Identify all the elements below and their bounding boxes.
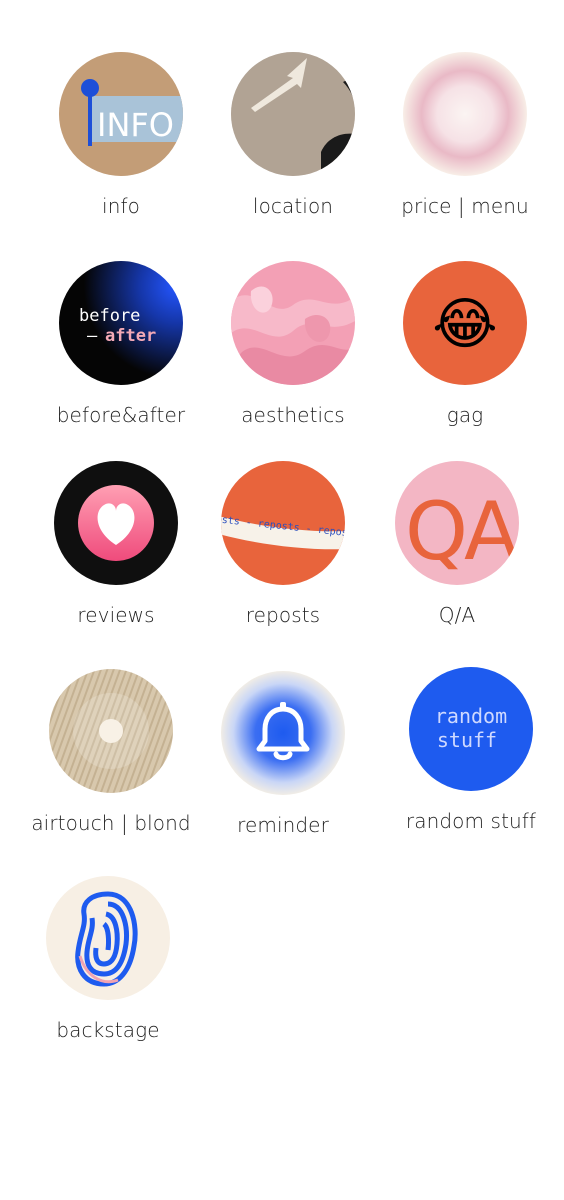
highlight-airtouch-blond[interactable]: airtouch | blond [16,669,206,869]
info-cover-text: INFO [97,106,174,144]
random-stuff-icon: random stuff [409,667,533,791]
before-after-icon: before — after [59,261,183,385]
highlight-label-gag: gag [446,403,484,427]
highlight-label-reviews: reviews [77,603,155,627]
highlight-label-qa: Q/A [438,603,476,627]
pink-glow-icon [403,52,527,176]
highlight-label-airtouch-blond: airtouch | blond [31,811,191,835]
qa-letters-icon: QA [395,461,519,585]
blond-hair-icon [49,669,173,793]
highlight-reminder[interactable]: reminder [188,671,378,871]
heart-icon [54,461,178,585]
highlight-reviews[interactable]: reviews [21,461,211,661]
highlight-label-location: location [252,194,334,218]
bell-icon [221,671,345,795]
highlight-label-aesthetics: aesthetics [241,403,345,427]
highlight-reposts[interactable]: osts - reposts - repost reposts [188,461,378,661]
backstage-swirl-icon [46,876,170,1000]
location-arrow-icon [231,52,355,176]
highlight-before-after[interactable]: before — after before&after [26,261,216,461]
highlight-label-random-stuff: random stuff [405,809,537,833]
highlight-qa[interactable]: QA Q/A [362,461,552,661]
highlight-label-backstage: backstage [56,1018,160,1042]
stuff-cover-text: stuff [437,728,497,752]
qa-cover-text: QA [405,485,519,578]
highlight-label-reminder: reminder [237,813,329,837]
random-cover-text: random [435,704,507,728]
highlight-backstage[interactable]: backstage [13,876,203,1076]
highlight-label-before-after: before&after [56,403,186,427]
highlight-aesthetics[interactable]: aesthetics [198,261,388,461]
highlight-label-price-menu: price | menu [401,194,529,218]
highlight-random-stuff[interactable]: random stuff random stuff [376,667,564,867]
reposts-ribbon-icon: osts - reposts - repost [221,461,345,585]
laughing-emoji-icon: 😂 [403,261,527,385]
highlight-label-reposts: reposts [245,603,321,627]
highlight-gag[interactable]: 😂 gag [370,261,560,461]
info-sign-icon: INFO [59,52,183,176]
pink-cream-icon [231,261,355,385]
before-after-dash: — [87,326,98,346]
highlight-location[interactable]: location [198,52,388,252]
highlight-label-info: info [102,194,140,218]
gag-emoji: 😂 [432,292,497,357]
before-cover-text: before [79,306,140,326]
highlight-price-menu[interactable]: price | menu [370,52,560,252]
highlight-info[interactable]: INFO info [26,52,216,252]
after-cover-text: after [105,326,156,346]
